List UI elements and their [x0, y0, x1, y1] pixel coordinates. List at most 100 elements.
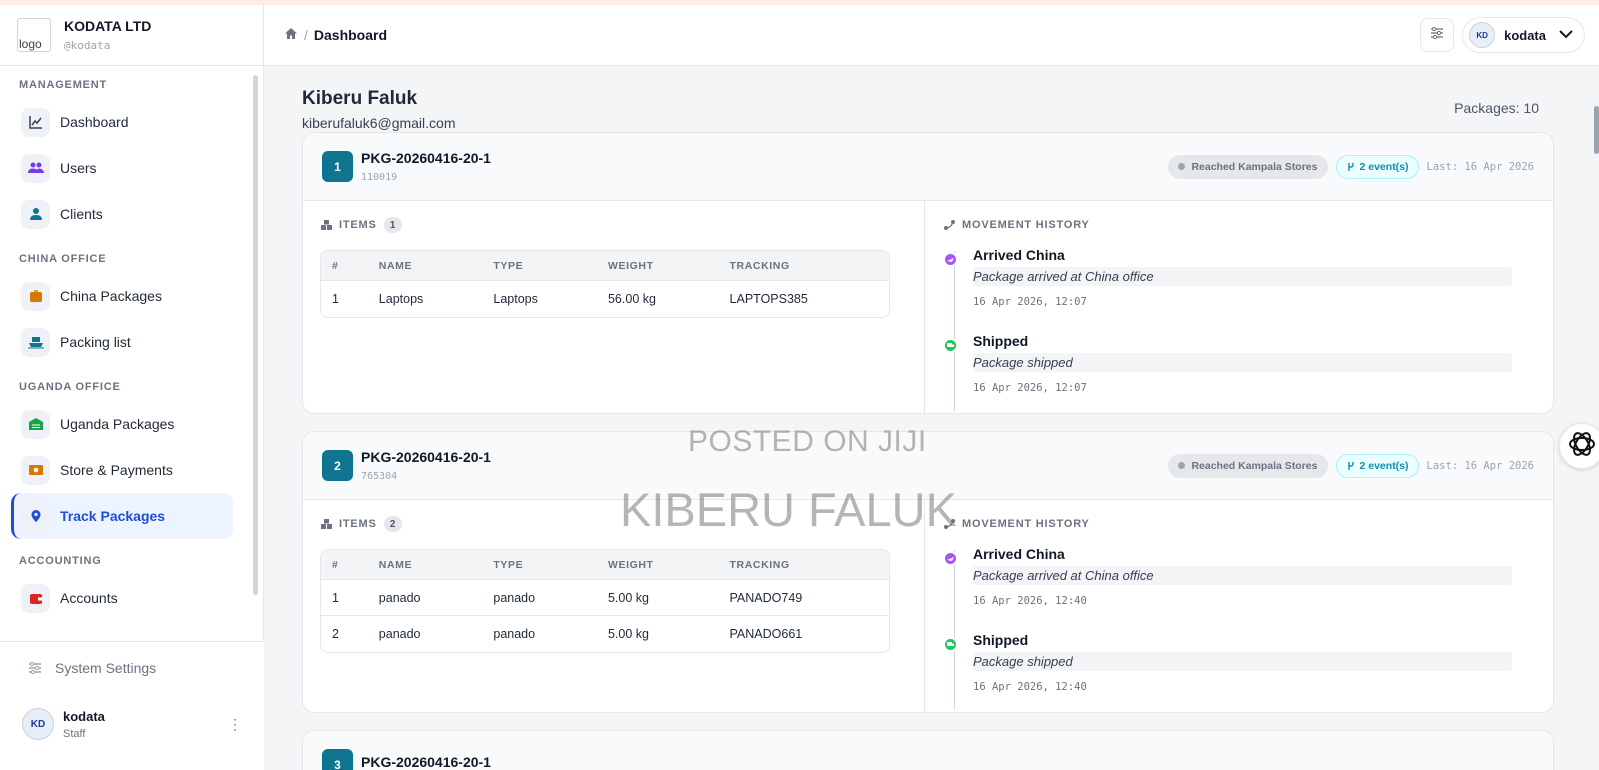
table-header-cell: TRACKING — [718, 550, 889, 580]
sidebar-item-china-packages[interactable]: China Packages — [11, 273, 233, 319]
history-section-title: MOVEMENT HISTORY — [943, 516, 1535, 532]
timeline-line — [954, 550, 955, 710]
home-icon[interactable] — [284, 27, 298, 43]
sidebar-user[interactable]: KD kodata Staff ⋮ — [0, 694, 264, 754]
event-title: Shipped — [973, 333, 1029, 349]
sidebar-item-accounts[interactable]: Accounts — [11, 575, 233, 621]
sidebar-item-clients[interactable]: Clients — [11, 191, 233, 237]
sidebar-nav: MANAGEMENT Dashboard Users Clients CHINA … — [0, 71, 255, 640]
sliders-icon — [25, 661, 45, 675]
sidebar-item-label: Dashboard — [60, 114, 129, 130]
sidebar-item-label: Store & Payments — [60, 462, 173, 478]
items-count-badge: 2 — [383, 516, 402, 532]
package-id: 110019 — [361, 172, 398, 183]
sidebar-item-track-packages[interactable]: Track Packages — [11, 493, 233, 539]
user-menu-name: kodata — [1504, 27, 1546, 43]
timeline-event: Arrived China Package arrived at China o… — [943, 247, 1535, 333]
table-row[interactable]: 1 Laptops Laptops 56.00 kg LAPTOPS385 — [321, 281, 889, 317]
brand[interactable]: logo KODATA LTD @kodata — [0, 5, 263, 66]
nav-section-title: UGANDA OFFICE — [19, 381, 121, 393]
sidebar-item-users[interactable]: Users — [11, 145, 233, 191]
sidebar-item-packing-list[interactable]: Packing list — [11, 319, 233, 365]
package-card-header[interactable]: 3 PKG-20260416-20-1 — [303, 731, 1553, 770]
movement-timeline: Arrived China Package arrived at China o… — [943, 247, 1535, 413]
table-cell: PANADO661 — [729, 627, 803, 641]
boxes-icon — [320, 518, 333, 530]
truck-icon — [943, 338, 958, 353]
status-text: Reached Kampala Stores — [1191, 160, 1318, 173]
table-cell: Laptops — [493, 292, 538, 306]
sidebar-item-label: Users — [60, 160, 97, 176]
nav-section-title: MANAGEMENT — [19, 79, 108, 91]
fork-icon — [1346, 162, 1356, 172]
package-index-badge: 2 — [322, 450, 353, 481]
breadcrumb-separator: / — [304, 27, 308, 43]
users-icon — [21, 153, 50, 183]
box-icon — [21, 281, 50, 311]
sidebar-item-dashboard[interactable]: Dashboard — [11, 99, 233, 145]
wallet-icon — [21, 583, 50, 613]
plane-icon — [943, 252, 958, 267]
items-section-title: ITEMS 1 — [320, 217, 907, 233]
boxes-icon — [320, 219, 333, 231]
table-header-cell: TRACKING — [718, 251, 889, 281]
package-code: PKG-20260416-20-1 — [361, 753, 491, 770]
events-count-badge: 2 event(s) — [1335, 453, 1419, 478]
event-title: Arrived China — [973, 247, 1065, 263]
table-header-cell: TYPE — [482, 251, 597, 281]
table-header-cell: WEIGHT — [596, 251, 719, 281]
table-row[interactable]: 1 panado panado 5.00 kg PANADO749 — [321, 580, 889, 616]
location-pin-icon — [21, 501, 50, 531]
sidebar-footer: System Settings KD kodata Staff ⋮ — [0, 641, 264, 770]
route-icon — [943, 518, 956, 530]
preferences-button[interactable] — [1420, 18, 1455, 52]
sidebar-item-store-payments[interactable]: Store & Payments — [11, 447, 233, 493]
sidebar-user-name: kodata — [63, 708, 105, 724]
event-title: Shipped — [973, 632, 1029, 648]
items-table: # NAME TYPE WEIGHT TRACKING 1 Laptops Laptops 56… — [320, 250, 890, 318]
main-content: Kiberu Faluk kiberufaluk6@gmail.com Pack… — [264, 66, 1599, 770]
package-index-badge: 3 — [322, 749, 353, 770]
table-cell: panado — [482, 580, 597, 616]
sidebar-scrollbar[interactable] — [253, 75, 258, 595]
avatar: KD — [22, 708, 54, 740]
nav-section-title: CHINA OFFICE — [19, 253, 107, 265]
package-card-header[interactable]: 1 PKG-20260416-20-1 110019 Reached Kampa… — [303, 133, 1553, 201]
table-cell: 1 — [332, 292, 339, 306]
brand-logo: logo — [17, 18, 51, 52]
package-card: 1 PKG-20260416-20-1 110019 Reached Kampa… — [302, 132, 1554, 414]
table-cell: 56.00 kg — [607, 292, 656, 306]
sidebar: logo KODATA LTD @kodata MANAGEMENT Dashb… — [0, 5, 264, 770]
package-card-header[interactable]: 2 PKG-20260416-20-1 765304 Reached Kampa… — [303, 432, 1553, 500]
status-badge: Reached Kampala Stores — [1168, 154, 1328, 179]
chevron-down-icon — [1558, 26, 1574, 44]
sidebar-item-label: Clients — [60, 206, 103, 222]
chat-assistant-button[interactable] — [1559, 423, 1599, 469]
ai-flower-icon — [1567, 429, 1597, 464]
system-settings-label: System Settings — [55, 660, 157, 676]
route-icon — [943, 219, 956, 231]
package-card: 2 PKG-20260416-20-1 765304 Reached Kampa… — [302, 431, 1554, 713]
more-options-icon[interactable]: ⋮ — [228, 716, 242, 733]
last-update-date: Last: 16 Apr 2026 — [1426, 160, 1534, 173]
sidebar-item-uganda-packages[interactable]: Uganda Packages — [11, 401, 233, 447]
sidebar-item-label: Accounts — [60, 590, 118, 606]
history-title: MOVEMENT HISTORY — [962, 518, 1090, 530]
table-row[interactable]: 2 panado panado 5.00 kg PANADO661 — [321, 616, 889, 652]
system-settings-link[interactable]: System Settings — [0, 642, 264, 694]
table-cell: panado — [493, 627, 536, 641]
user-menu-button[interactable]: KD kodata — [1462, 17, 1585, 53]
sliders-icon — [1430, 26, 1444, 45]
event-description: Package shipped — [973, 652, 1512, 671]
client-icon — [21, 199, 50, 229]
main-scrollbar[interactable] — [1594, 106, 1599, 154]
package-id: 765304 — [361, 471, 398, 482]
timeline-event: Arrived China Package arrived at China o… — [943, 546, 1535, 632]
package-card: 3 PKG-20260416-20-1 — [302, 730, 1554, 770]
table-cell: panado — [367, 580, 483, 616]
last-update-date: Last: 16 Apr 2026 — [1426, 459, 1534, 472]
history-title: MOVEMENT HISTORY — [962, 219, 1090, 231]
event-description: Package shipped — [973, 353, 1512, 372]
ship-icon — [21, 327, 50, 357]
table-header-cell: WEIGHT — [596, 550, 719, 580]
